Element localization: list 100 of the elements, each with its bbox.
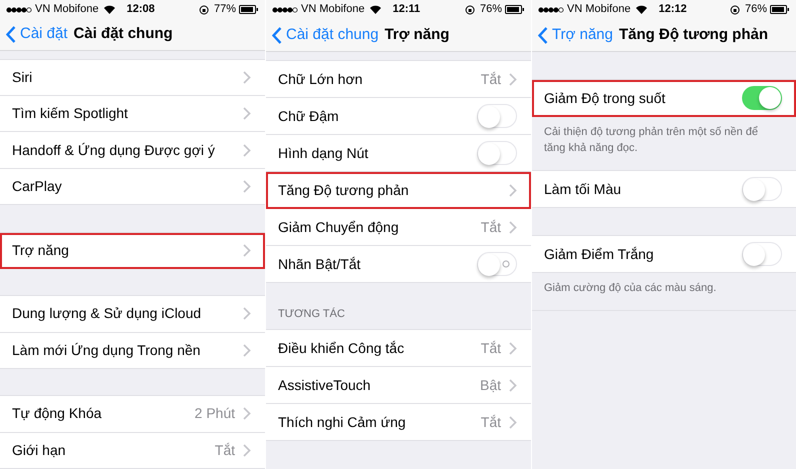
signal-icon — [6, 6, 32, 12]
row-label: Giới hạn — [12, 440, 67, 460]
chevron-icon — [243, 71, 251, 84]
chevron-icon — [243, 444, 251, 457]
chevron-icon — [509, 184, 517, 196]
row-label: Tăng Độ tương phản — [278, 180, 410, 200]
row-label: Hình dạng Nút — [278, 144, 370, 163]
signal-icon — [538, 6, 564, 12]
row-label: Giảm Điểm Trắng — [544, 244, 655, 264]
status-time: 12:12 — [658, 2, 687, 18]
settings-row[interactable]: Trợ năng — [0, 232, 265, 269]
row-value: Tắt — [480, 70, 501, 88]
chevron-icon — [243, 244, 251, 257]
footnote: Giảm cường độ của các màu sáng. — [544, 281, 718, 296]
row-value: 2 Phút — [194, 404, 235, 424]
row-label: Chữ Lớn hơn — [278, 70, 364, 88]
carrier-name: VN Mobifone — [35, 2, 99, 18]
back-button[interactable]: Trợ năng — [538, 24, 613, 46]
back-chevron-icon — [6, 26, 16, 43]
settings-row[interactable]: Giới hạn Tắt — [0, 432, 265, 469]
chevron-icon — [243, 144, 251, 157]
row-value: Bật — [480, 376, 501, 394]
row-value: Tắt — [480, 412, 501, 432]
settings-row[interactable]: AssistiveTouch Bật — [266, 367, 531, 404]
settings-row[interactable]: Chữ Đậm — [266, 98, 531, 135]
chevron-icon — [243, 307, 251, 320]
carrier-name: VN Mobifone — [301, 2, 365, 18]
battery-icon — [239, 5, 259, 14]
chevron-icon — [509, 416, 517, 428]
wifi-icon — [370, 5, 381, 14]
settings-row[interactable]: Chữ Lớn hơn Tắt — [266, 61, 531, 98]
row-label: Trợ năng — [12, 240, 70, 260]
nav-title: Tăng Độ tương phản — [618, 24, 768, 45]
back-button[interactable]: Cài đặt chung — [272, 24, 379, 46]
settings-row[interactable]: Hình dạng Nút — [266, 135, 531, 172]
toggle-switch[interactable] — [477, 104, 517, 128]
row-label: Handoff & Ứng dụng Được gợi ý — [12, 140, 216, 160]
status-time: 12:08 — [126, 2, 155, 18]
toggle-switch[interactable] — [742, 86, 782, 110]
row-label: Điều khiển Công tắc — [278, 338, 406, 358]
settings-row[interactable]: Điều khiển Công tắc Tắt — [266, 330, 531, 367]
row-label: Giảm Độ trong suốt — [544, 88, 666, 108]
settings-row[interactable]: Làm mới Ứng dụng Trong nền — [0, 332, 265, 369]
settings-row[interactable]: Handoff & Ứng dụng Được gợi ý — [0, 132, 265, 169]
row-value: Tắt — [214, 440, 235, 460]
settings-row[interactable]: Dung lượng & Sử dụng iCloud — [0, 296, 265, 333]
settings-row[interactable]: Giảm Điểm Trắng — [532, 236, 796, 273]
row-label: CarPlay — [12, 176, 63, 196]
signal-icon — [272, 6, 298, 12]
settings-row[interactable]: CarPlay — [0, 168, 265, 206]
row-label: Làm mới Ứng dụng Trong nền — [12, 340, 202, 360]
row-label: AssistiveTouch — [278, 376, 372, 394]
wifi-icon — [104, 5, 115, 14]
battery-icon — [770, 5, 790, 14]
back-chevron-icon — [538, 26, 548, 44]
settings-row[interactable]: Tìm kiếm Spotlight — [0, 96, 265, 132]
rotation-lock-icon — [198, 4, 209, 14]
battery-icon — [505, 5, 525, 14]
row-value: Tắt — [480, 338, 501, 358]
battery-percent: 76% — [480, 2, 502, 18]
row-label: Siri — [12, 68, 34, 87]
section-header: TƯƠNG TÁC — [278, 306, 345, 322]
nav-title: Cài đặt chung — [74, 24, 173, 44]
chevron-icon — [509, 72, 517, 86]
row-label: Thích nghi Cảm ứng — [278, 412, 407, 432]
nav-title: Trợ năng — [384, 24, 450, 45]
footnote: Cải thiện độ tương phản trên một số nền để tăng khả năng đọc. — [544, 125, 759, 156]
carrier-name: VN Mobifone — [567, 2, 631, 18]
chevron-icon — [243, 107, 251, 120]
chevron-icon — [509, 378, 517, 392]
settings-row[interactable]: Tự động Khóa 2 Phút — [0, 396, 265, 433]
row-value: Tắt — [480, 218, 501, 236]
back-button[interactable]: Cài đặt — [6, 23, 68, 46]
row-label: Làm tối Màu — [544, 180, 622, 198]
battery-percent: 76% — [744, 2, 767, 18]
settings-row[interactable]: Làm tối Màu — [532, 171, 796, 208]
row-label: Dung lượng & Sử dụng iCloud — [12, 304, 202, 324]
chevron-icon — [509, 220, 517, 234]
row-label: Chữ Đậm — [278, 106, 340, 126]
toggle-switch[interactable] — [742, 177, 782, 201]
status-time: 12:11 — [392, 2, 420, 18]
row-label: Nhãn Bật/Tắt — [278, 254, 362, 274]
row-label: Tự động Khóa — [12, 404, 103, 424]
settings-row[interactable]: Tăng Độ tương phản — [266, 172, 531, 209]
battery-percent: 77% — [214, 2, 236, 18]
settings-row[interactable]: Thích nghi Cảm ứng Tắt — [266, 404, 531, 441]
toggle-switch[interactable] — [477, 252, 517, 276]
settings-row[interactable]: Giảm Độ trong suốt — [532, 80, 796, 117]
settings-row[interactable]: Siri — [0, 60, 265, 96]
rotation-lock-icon — [464, 4, 475, 14]
settings-row[interactable]: Nhãn Bật/Tắt — [266, 246, 531, 283]
settings-row[interactable]: Giảm Chuyển động Tắt — [266, 209, 531, 246]
chevron-icon — [509, 342, 517, 354]
row-label: Tìm kiếm Spotlight — [12, 104, 129, 124]
toggle-switch[interactable] — [477, 141, 517, 165]
toggle-switch[interactable] — [742, 242, 782, 266]
rotation-lock-icon — [730, 4, 740, 14]
chevron-icon — [243, 180, 251, 193]
wifi-icon — [636, 5, 647, 14]
chevron-icon — [243, 344, 251, 357]
